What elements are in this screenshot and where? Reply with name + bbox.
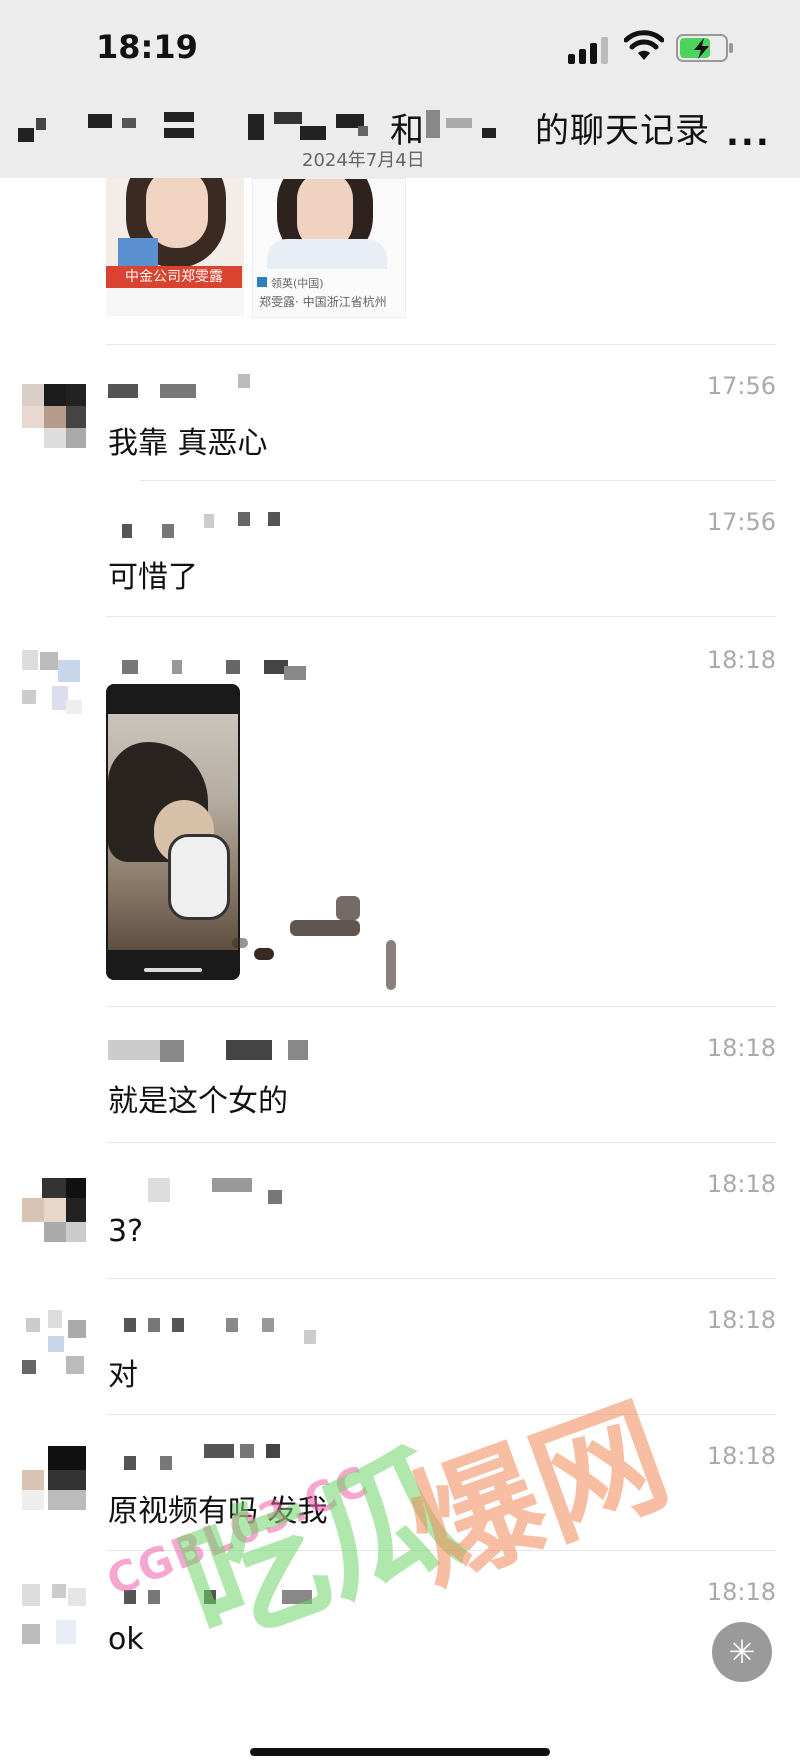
message-time: 17:56 <box>706 372 776 400</box>
message-text: ok <box>108 1622 144 1657</box>
message-text: 可惜了 <box>108 560 198 595</box>
status-bar: 18:19 <box>0 0 800 100</box>
message-time: 18:18 <box>706 1578 776 1606</box>
sparkle-icon[interactable]: ✳ <box>712 1622 772 1682</box>
chat-history-header: 和 的聊天记录 2024年7月4日 ... <box>0 100 800 178</box>
photo-caption: 中金公司郑雯露 <box>106 266 242 288</box>
shared-photo-2[interactable]: 领英(中国) 郑雯露· 中国浙江省杭州 <box>252 178 406 318</box>
chat-date: 2024年7月4日 <box>302 150 425 171</box>
avatar[interactable] <box>22 650 86 714</box>
divider <box>106 1006 776 1007</box>
message-text: 我靠 真恶心 <box>108 426 268 461</box>
video-frame <box>108 714 238 950</box>
home-indicator <box>250 1748 550 1756</box>
blurred-name-mosaic <box>18 128 34 142</box>
wifi-icon <box>624 30 664 60</box>
smudge-artifact <box>336 896 360 920</box>
video-progress-bar <box>144 968 202 972</box>
video-message-thumbnail[interactable] <box>106 684 240 980</box>
smudge-artifact <box>254 948 274 960</box>
divider <box>140 480 776 481</box>
message-time: 18:18 <box>706 1306 776 1334</box>
message-text: 就是这个女的 <box>108 1084 288 1119</box>
avatar[interactable] <box>22 384 86 448</box>
divider <box>106 1414 776 1415</box>
photo-source-label: 领英(中国) <box>271 277 324 290</box>
divider <box>106 344 776 345</box>
divider <box>106 1278 776 1279</box>
divider <box>106 1142 776 1143</box>
title-suffix: 的聊天记录 <box>535 111 710 151</box>
message-time: 18:18 <box>706 646 776 674</box>
divider <box>106 616 776 617</box>
smudge-artifact <box>386 940 396 990</box>
message-text: 3? <box>108 1214 144 1249</box>
battery-charging-icon <box>676 34 733 62</box>
chat-title: 和 的聊天记录 <box>390 103 710 152</box>
smudge-artifact <box>232 938 248 948</box>
message-time: 18:18 <box>706 1442 776 1470</box>
message-time: 18:18 <box>706 1034 776 1062</box>
message-text: 对 <box>108 1358 138 1393</box>
smudge-artifact <box>290 920 360 936</box>
photo-caption-location: 郑雯露· 中国浙江省杭州 <box>259 295 387 309</box>
message-time: 18:18 <box>706 1170 776 1198</box>
avatar[interactable] <box>22 1584 86 1648</box>
title-and: 和 <box>390 111 425 151</box>
avatar[interactable] <box>22 1446 86 1510</box>
avatar[interactable] <box>22 1178 86 1242</box>
status-time: 18:19 <box>96 28 198 66</box>
shared-photo-1[interactable]: 中金公司郑雯露 <box>106 178 244 316</box>
message-time: 17:56 <box>706 508 776 536</box>
more-options-button[interactable]: ... <box>726 114 771 154</box>
avatar[interactable] <box>22 1310 86 1374</box>
cellular-signal-icon <box>568 36 612 64</box>
